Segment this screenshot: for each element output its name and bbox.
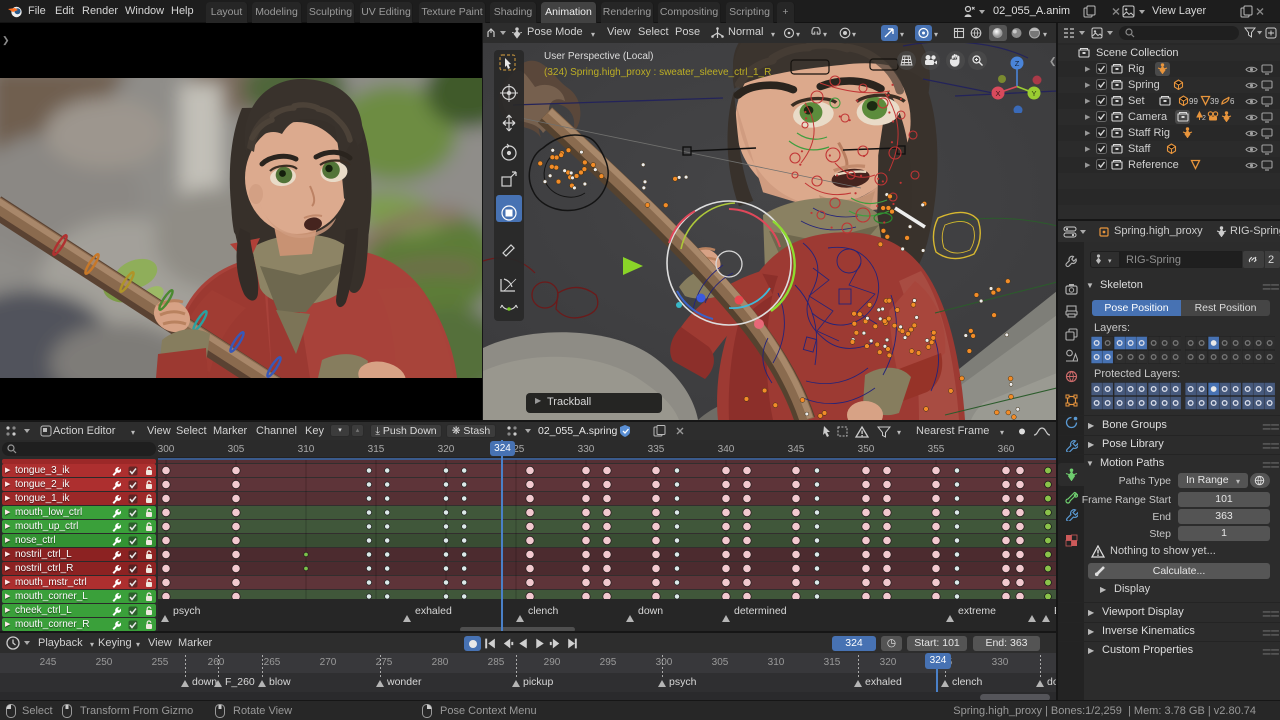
svg-text:Z: Z bbox=[1015, 59, 1020, 68]
svg-text:Y: Y bbox=[1031, 89, 1036, 98]
svg-text:X: X bbox=[995, 89, 1000, 98]
